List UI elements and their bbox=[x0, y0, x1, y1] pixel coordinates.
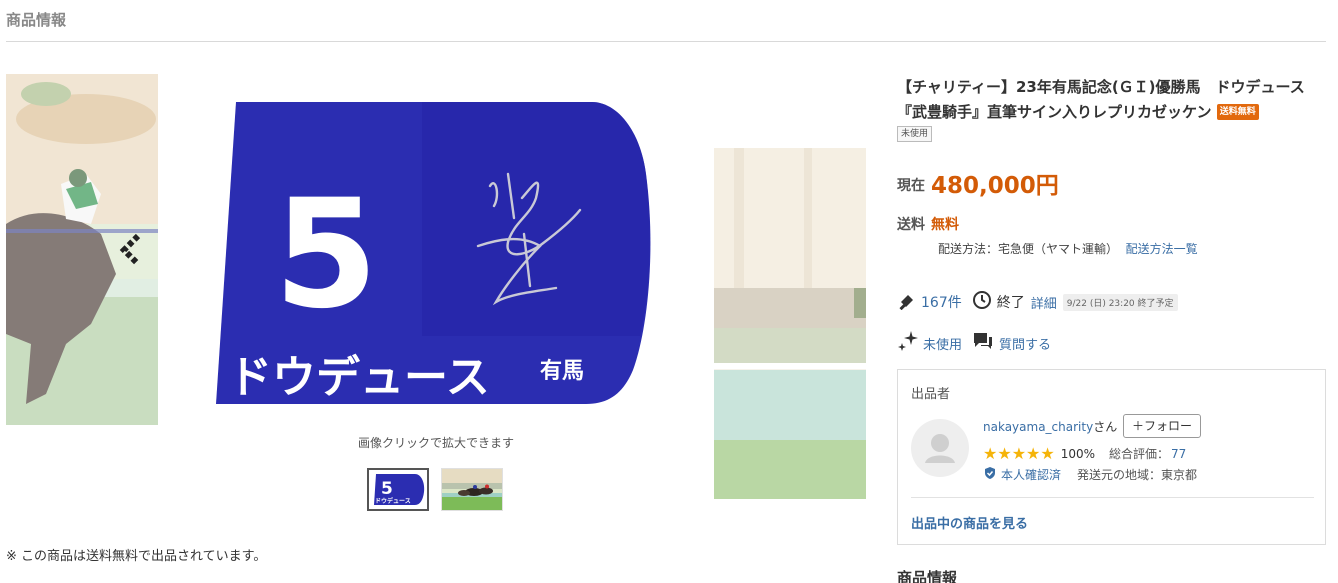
section-title: 商品情報 bbox=[6, 11, 67, 29]
end-date: 9/22 (日) 23:20 終了予定 bbox=[1062, 293, 1178, 311]
detail-link[interactable]: 詳細 bbox=[1031, 293, 1057, 312]
condition-badge: 未使用 bbox=[897, 126, 933, 142]
total-rating-value[interactable]: 77 bbox=[1171, 447, 1186, 461]
bid-count[interactable]: 167件 bbox=[921, 292, 962, 312]
sparkle-icon bbox=[897, 330, 919, 356]
bib-horse-name: ドウデュース bbox=[228, 352, 490, 403]
thumbnail-bib[interactable]: 5 ドウデュース bbox=[367, 468, 429, 511]
shipping-row: 送料 無料 bbox=[897, 214, 959, 234]
shipping-method: 配送方法：宅急便（ヤマト運輸） 配送方法一覧 bbox=[938, 240, 1198, 257]
seller-heading: 出品者 bbox=[911, 387, 951, 402]
condition-row: 未使用 質問する bbox=[897, 331, 1051, 355]
see-listed-items-link[interactable]: 出品中の商品を見る bbox=[911, 513, 1028, 532]
clock-icon bbox=[972, 290, 992, 314]
shipping-label: 送料 bbox=[897, 217, 925, 233]
auction-status: 終了 bbox=[996, 295, 1025, 311]
price-label: 現在 bbox=[897, 178, 925, 194]
item-summary: 【チャリティー】23年有馬記念(ＧＩ)優勝馬 ドウデュース 『武豊騎手』直筆サイ… bbox=[897, 74, 1327, 583]
avatar[interactable] bbox=[911, 419, 969, 477]
price-row: 現在 480,000円 bbox=[897, 166, 1059, 200]
seller-verify-row: 本人確認済 発送元の地域：東京都 bbox=[983, 466, 1197, 483]
ask-question-link[interactable]: 質問する bbox=[999, 334, 1051, 353]
seller-honorific: さん bbox=[1093, 420, 1118, 434]
seller-name: nakayama_charityさん bbox=[983, 418, 1117, 435]
shipping-value: 無料 bbox=[931, 217, 959, 233]
verified-badge-icon bbox=[983, 466, 997, 483]
free-shipping-badge: 送料無料 bbox=[1216, 104, 1259, 120]
seller-rating-row: ★★★★★ 100% 総合評価： 77 bbox=[983, 444, 1186, 463]
shipping-methods-link[interactable]: 配送方法一覧 bbox=[1126, 242, 1198, 256]
seller-name-link[interactable]: nakayama_charity bbox=[983, 420, 1093, 434]
previous-image-arrow[interactable] bbox=[118, 232, 144, 268]
condition-text: 未使用 bbox=[923, 337, 963, 353]
bid-status-row: 167件 終了 詳細 9/22 (日) 23:20 終了予定 bbox=[897, 291, 1178, 313]
thumbnail-label: ドウデュース bbox=[375, 497, 411, 505]
rating-stars: ★★★★★ bbox=[983, 444, 1055, 463]
thumbnail-race-photo[interactable] bbox=[441, 468, 503, 511]
image-gallery: 5 ドウデュース 有馬 bbox=[6, 74, 1144, 499]
item-info-heading: 商品情報 bbox=[897, 569, 958, 583]
divider bbox=[6, 41, 1326, 42]
zoom-note: 画像クリックで拡大できます bbox=[357, 436, 514, 450]
seller-card: 出品者 nakayama_charityさん ＋フォロー ★★★★★ 100% … bbox=[897, 369, 1326, 545]
thumbnail-number: 5 bbox=[381, 479, 393, 499]
identity-verified: 本人確認済 bbox=[1001, 468, 1062, 482]
shipping-method-text: 配送方法：宅急便（ヤマト運輸） bbox=[938, 242, 1119, 256]
divider bbox=[911, 497, 1314, 498]
gavel-icon bbox=[897, 290, 917, 314]
ship-from-region: 発送元の地域：東京都 bbox=[1077, 468, 1198, 482]
positive-percentage: 100% bbox=[1060, 446, 1096, 461]
price-value: 480,000円 bbox=[931, 173, 1059, 199]
follow-button[interactable]: ＋フォロー bbox=[1123, 414, 1201, 438]
bib-number: 5 bbox=[274, 168, 378, 342]
total-rating-label: 総合評価： bbox=[1109, 447, 1170, 461]
item-title: 【チャリティー】23年有馬記念(ＧＩ)優勝馬 ドウデュース 『武豊騎手』直筆サイ… bbox=[897, 75, 1320, 125]
bib-race-label: 有馬 bbox=[540, 358, 584, 384]
chat-bubble-icon bbox=[972, 331, 994, 355]
main-product-image[interactable]: 5 ドウデュース 有馬 bbox=[178, 74, 700, 425]
free-shipping-note: ※ この商品は送料無料で出品されています。 bbox=[6, 549, 267, 564]
